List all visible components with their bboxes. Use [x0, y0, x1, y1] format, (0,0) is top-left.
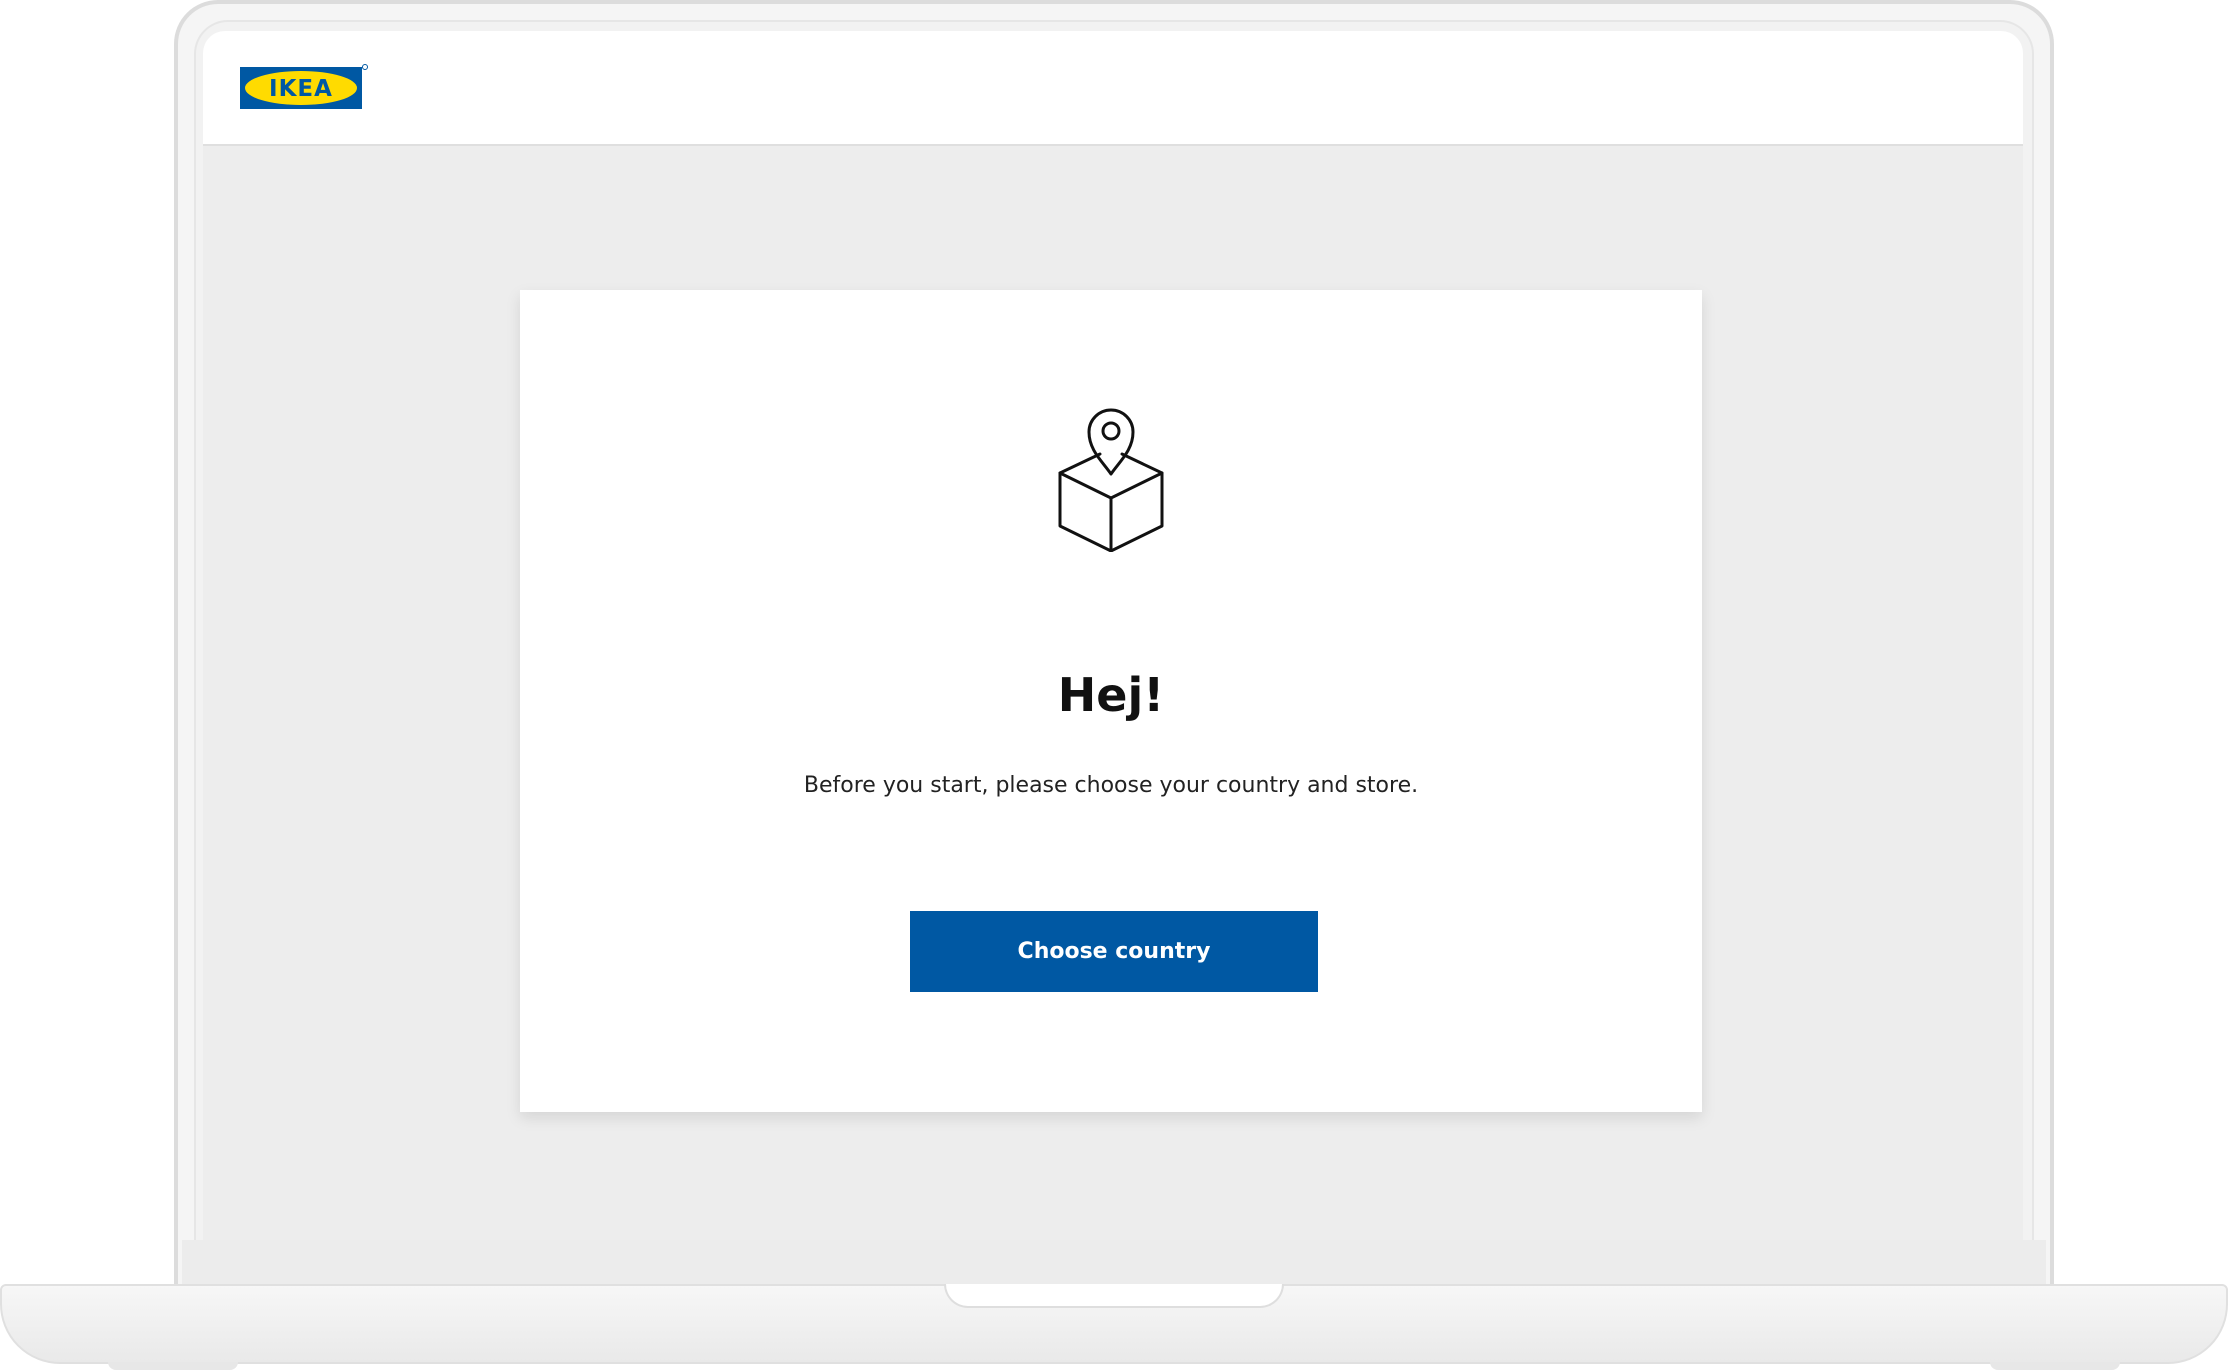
choose-country-button[interactable]: Choose country — [910, 911, 1318, 992]
screen-bottom-bezel — [182, 1240, 2046, 1284]
choose-country-card: Hej! Before you start, please choose you… — [520, 290, 1702, 1112]
ikea-logo[interactable]: IKEA — [240, 64, 368, 110]
site-header: IKEA — [203, 31, 2023, 146]
instruction-text: Before you start, please choose your cou… — [803, 773, 1419, 798]
laptop-mockup: IKEA Hej! Before you start, please choos… — [0, 0, 2228, 1371]
laptop-foot-right — [1990, 1362, 2120, 1370]
store-location-box-icon — [1058, 408, 1164, 552]
laptop-notch — [944, 1284, 1284, 1308]
logo-wordmark: IKEA — [269, 76, 333, 102]
laptop-foot-left — [108, 1362, 238, 1370]
page-title: Hej! — [1057, 668, 1165, 722]
browser-viewport: IKEA Hej! Before you start, please choos… — [203, 31, 2023, 1240]
